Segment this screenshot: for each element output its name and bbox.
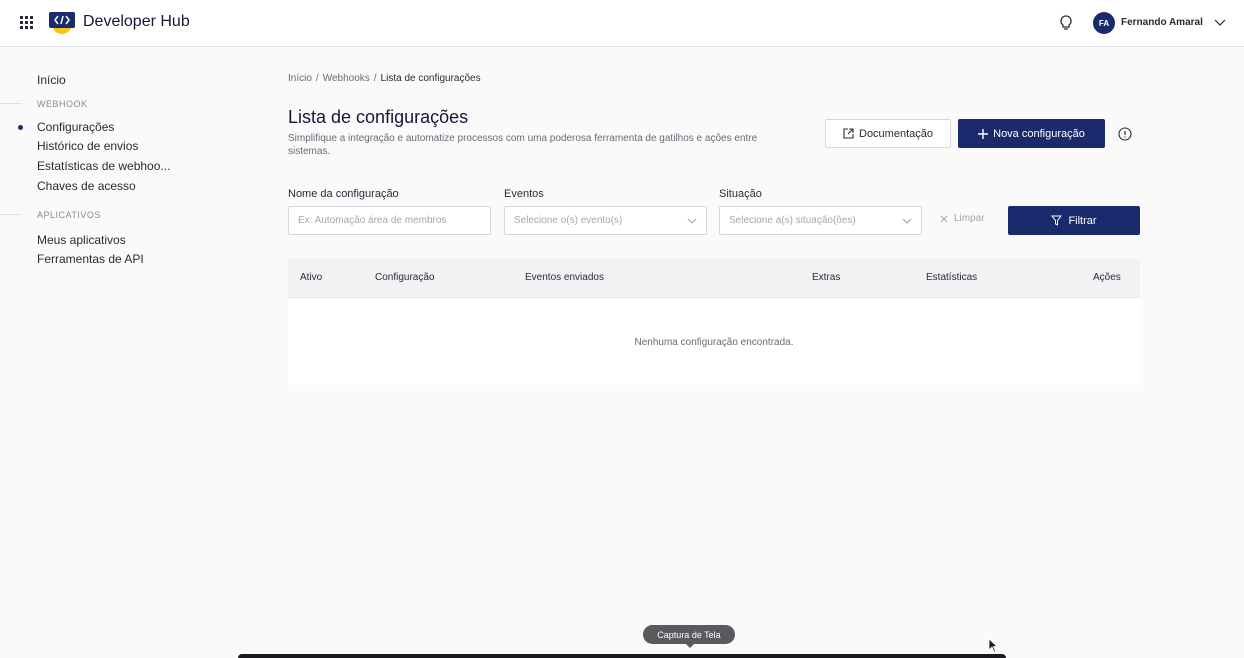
clear-filters-label: Limpar [954, 213, 985, 224]
brand-name: Developer Hub [83, 13, 190, 30]
page-description: Simplifique a integração e automatize pr… [288, 133, 758, 157]
breadcrumb-webhooks[interactable]: Webhooks [323, 73, 370, 84]
status-filter-label: Situação [719, 188, 762, 200]
close-icon [940, 215, 948, 222]
chevron-down-icon [902, 218, 912, 224]
status-select[interactable]: Selecione a(s) situação(ões) [719, 206, 922, 235]
column-header-ativo: Ativo [300, 272, 323, 283]
name-filter-field[interactable] [288, 206, 491, 235]
apps-grid-icon[interactable] [20, 16, 34, 30]
sidebar-item-estatisticas[interactable]: Estatísticas de webhoo... [37, 159, 170, 173]
column-header-extras: Extras [812, 272, 841, 283]
info-icon[interactable] [1118, 127, 1132, 141]
dock-bar [238, 654, 1006, 658]
breadcrumb-current: Lista de configurações [380, 73, 481, 84]
documentation-button[interactable]: Documentação [825, 119, 951, 148]
page-title: Lista de configurações [288, 107, 469, 127]
sidebar-item-ferramentas-api[interactable]: Ferramentas de API [37, 252, 144, 266]
sidebar-section-webhook: WEBHOOK [37, 99, 88, 109]
events-select-placeholder: Selecione o(s) evento(s) [514, 215, 623, 226]
column-header-configuracao[interactable]: Configuração [375, 272, 434, 283]
sidebar-divider [0, 214, 22, 215]
events-select[interactable]: Selecione o(s) evento(s) [504, 206, 707, 235]
configurations-table: Ativo Configuração Eventos enviados Extr… [288, 259, 1140, 385]
name-filter-input[interactable] [298, 215, 481, 226]
new-configuration-label: Nova configuração [993, 127, 1085, 140]
developer-hub-logo-icon [49, 12, 75, 34]
sidebar-item-historico[interactable]: Histórico de envios [37, 139, 138, 153]
lightbulb-icon[interactable] [1058, 14, 1074, 32]
name-filter-label: Nome da configuração [288, 188, 399, 200]
mouse-cursor-icon [988, 638, 998, 653]
documentation-label: Documentação [859, 127, 933, 140]
user-name[interactable]: Fernando Amaral [1121, 17, 1203, 28]
status-select-placeholder: Selecione a(s) situação(ões) [729, 215, 856, 226]
sidebar-item-meus-aplicativos[interactable]: Meus aplicativos [37, 233, 126, 247]
filter-button[interactable]: Filtrar [1008, 206, 1140, 235]
sidebar-item-configuracoes[interactable]: Configurações [37, 120, 114, 134]
sidebar: Início WEBHOOK Configurações Histórico d… [0, 48, 260, 648]
plus-icon [978, 128, 989, 139]
column-header-acoes: Ações [1093, 272, 1121, 283]
column-header-estatisticas: Estatísticas [926, 272, 978, 283]
filter-label: Filtrar [1068, 214, 1097, 227]
chevron-down-icon[interactable] [1214, 17, 1226, 27]
chevron-down-icon [687, 218, 697, 224]
filter-icon [1051, 215, 1063, 226]
events-filter-label: Eventos [504, 188, 544, 200]
sidebar-section-apps: APLICATIVOS [37, 210, 101, 220]
breadcrumb-home[interactable]: Início [288, 73, 312, 84]
top-bar: Developer Hub FA Fernando Amaral [0, 0, 1244, 47]
new-configuration-button[interactable]: Nova configuração [958, 119, 1105, 148]
empty-state-message: Nenhuma configuração encontrada. [634, 337, 794, 348]
table-header: Ativo Configuração Eventos enviados Extr… [288, 259, 1140, 298]
sidebar-item-chaves[interactable]: Chaves de acesso [37, 179, 136, 193]
sidebar-divider [0, 103, 22, 104]
external-doc-icon [843, 128, 854, 139]
user-avatar[interactable]: FA [1093, 12, 1115, 34]
column-header-eventos: Eventos enviados [525, 272, 604, 283]
sidebar-item-home[interactable]: Início [37, 73, 66, 87]
active-indicator-dot [18, 125, 23, 130]
screen-capture-tooltip: Captura de Tela [643, 625, 735, 648]
clear-filters-button[interactable]: Limpar [940, 213, 985, 224]
breadcrumb: Início / Webhooks / Lista de configurações [288, 73, 481, 84]
